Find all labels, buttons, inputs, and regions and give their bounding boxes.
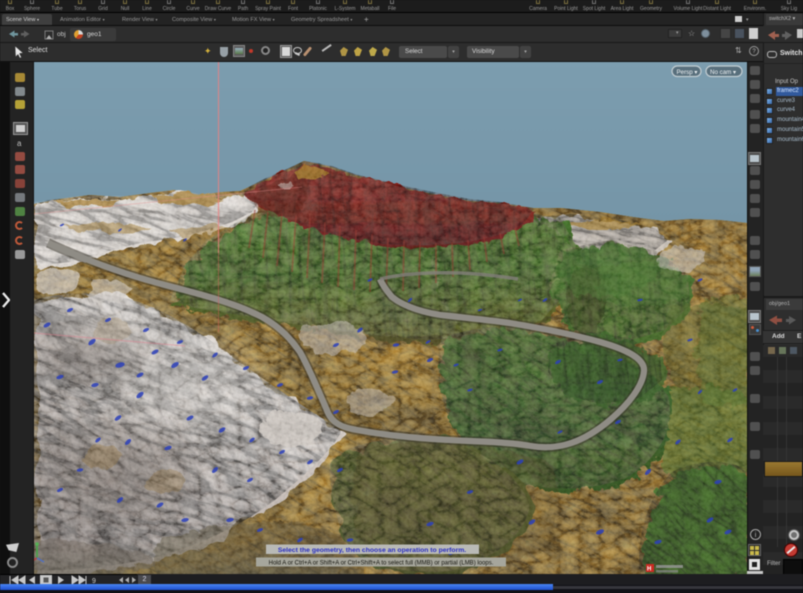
svg-text:Hold A or Ctrl+A or Shift+A or: Hold A or Ctrl+A or Shift+A or Ctrl+Shif… <box>269 560 494 566</box>
svg-text:No cam ▾: No cam ▾ <box>710 69 736 76</box>
svg-text:Persp ▾: Persp ▾ <box>677 69 698 76</box>
svg-text:H: H <box>647 567 651 573</box>
svg-text:Select the geometry, then choo: Select the geometry, then choose an oper… <box>278 547 466 554</box>
